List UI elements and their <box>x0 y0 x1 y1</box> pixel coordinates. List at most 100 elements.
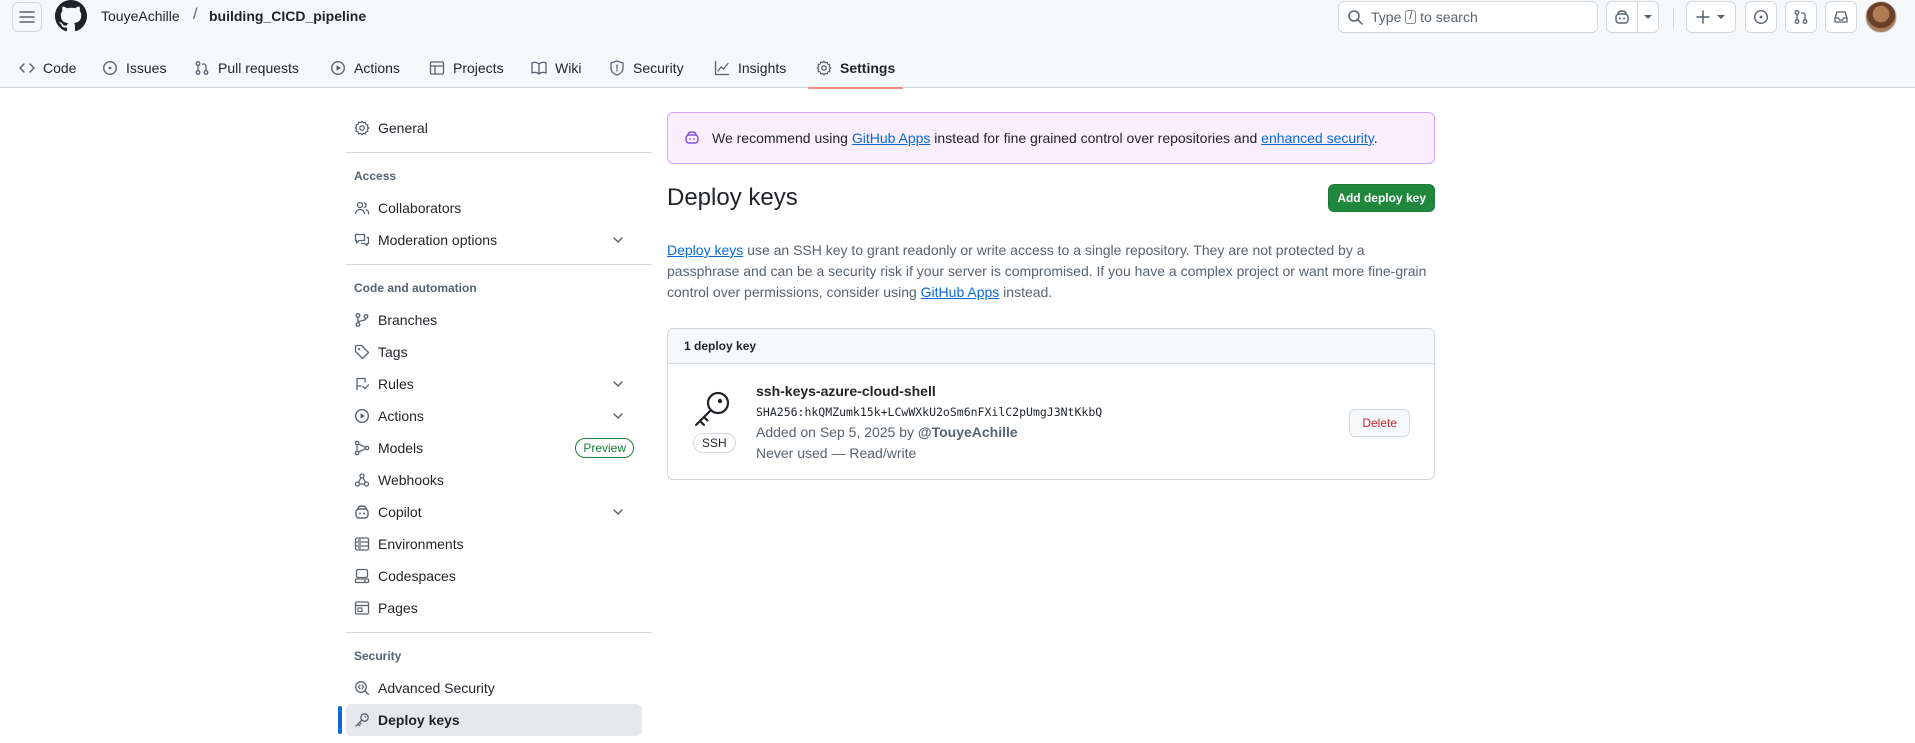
sidebar-divider <box>346 152 652 153</box>
gear-icon <box>816 60 832 76</box>
sidebar-item-codespaces-label: Codespaces <box>378 568 456 584</box>
sidebar-item-general-label: General <box>378 120 428 136</box>
comment-discussion-icon <box>354 233 370 247</box>
git-pull-request-icon <box>1794 10 1808 24</box>
tab-projects-label: Projects <box>453 60 504 76</box>
sidebar-item-codespaces[interactable]: Codespaces <box>346 560 642 592</box>
key-icon <box>355 713 369 727</box>
copilot-dropdown-button[interactable] <box>1637 1 1659 33</box>
chevron-down-icon <box>613 237 623 243</box>
search-placeholder-before: Type <box>1371 9 1402 25</box>
ai-model-icon <box>354 440 370 456</box>
graph-icon <box>714 60 730 76</box>
github-apps-link[interactable]: GitHub Apps <box>852 130 931 146</box>
codespaces-icon <box>354 568 370 584</box>
tab-pull-requests[interactable]: Pull requests <box>186 48 307 88</box>
sidebar-heading-code-automation: Code and automation <box>354 281 477 295</box>
breadcrumb-separator: / <box>193 6 198 23</box>
create-new-button[interactable] <box>1686 1 1736 33</box>
sidebar-item-models-label: Models <box>378 440 424 456</box>
github-logo-icon[interactable] <box>55 0 87 32</box>
hamburger-icon <box>19 11 35 23</box>
play-icon <box>330 60 346 76</box>
sidebar-item-advanced-security-label: Advanced Security <box>378 680 495 696</box>
search-shortcut-key: / <box>1405 10 1417 24</box>
sidebar-item-branches[interactable]: Branches <box>346 304 642 336</box>
sidebar-item-pages-label: Pages <box>378 600 418 616</box>
search-input[interactable]: Type / to search <box>1338 1 1598 33</box>
sidebar-item-moderation-options-label: Moderation options <box>378 232 498 248</box>
copilot-button[interactable] <box>1606 1 1638 33</box>
deploy-keys-docs-link[interactable]: Deploy keys <box>667 242 743 258</box>
git-pull-request-icon <box>195 61 209 75</box>
key-added-prefix: Added on Sep 5, 2025 by <box>756 424 918 440</box>
sidebar-item-actions-label: Actions <box>378 408 424 424</box>
pull-requests-button[interactable] <box>1785 1 1817 33</box>
sidebar-divider <box>346 632 652 633</box>
chevron-down-icon <box>613 509 623 515</box>
sidebar-item-collaborators[interactable]: Collaborators <box>346 192 642 224</box>
tab-issues-label: Issues <box>126 60 167 76</box>
description-text-2: instead. <box>999 284 1053 300</box>
code-icon <box>19 63 35 73</box>
sidebar-item-general[interactable]: General <box>346 112 642 144</box>
key-usage-info: Never used — Read/write <box>756 445 917 461</box>
table-icon <box>429 61 445 75</box>
tab-security-label: Security <box>633 60 684 76</box>
breadcrumb-owner[interactable]: TouyeAchille <box>101 8 180 24</box>
user-avatar[interactable] <box>1865 1 1897 33</box>
sidebar-item-deploy-keys[interactable]: Deploy keys <box>346 704 642 736</box>
sidebar-item-moderation-options[interactable]: Moderation options <box>346 224 642 256</box>
sidebar-item-copilot-label: Copilot <box>378 504 422 520</box>
key-added-info: Added on Sep 5, 2025 by @TouyeAchille <box>756 424 1018 440</box>
tab-actions[interactable]: Actions <box>322 48 408 88</box>
issues-button[interactable] <box>1745 1 1777 33</box>
tab-projects[interactable]: Projects <box>421 48 512 88</box>
menu-button[interactable] <box>12 2 42 32</box>
tab-actions-label: Actions <box>354 60 400 76</box>
sidebar-item-tags-label: Tags <box>378 344 408 360</box>
sidebar-heading-security: Security <box>354 649 402 663</box>
tab-code[interactable]: Code <box>11 48 84 88</box>
sidebar-item-tags[interactable]: Tags <box>346 336 642 368</box>
sidebar-item-environments[interactable]: Environments <box>346 528 642 560</box>
enhanced-security-link[interactable]: enhanced security <box>1261 130 1374 146</box>
tab-insights[interactable]: Insights <box>706 48 794 88</box>
triangle-down-icon <box>1717 15 1725 19</box>
sidebar-item-advanced-security[interactable]: Advanced Security <box>346 672 642 704</box>
banner-text-pre: We recommend using <box>712 130 852 146</box>
copilot-icon <box>355 505 369 519</box>
tab-security[interactable]: Security <box>601 48 692 88</box>
sidebar-item-actions[interactable]: Actions <box>346 400 642 432</box>
github-apps-link-2[interactable]: GitHub Apps <box>921 284 1000 300</box>
tab-wiki-label: Wiki <box>555 60 582 76</box>
page-title: Deploy keys <box>667 184 798 211</box>
sidebar-item-rules[interactable]: Rules <box>346 368 642 400</box>
tab-wiki[interactable]: Wiki <box>523 48 589 88</box>
codescan-icon <box>355 681 370 696</box>
key-title: ssh-keys-azure-cloud-shell <box>756 383 936 399</box>
inbox-button[interactable] <box>1825 1 1857 33</box>
key-added-by[interactable]: @TouyeAchille <box>918 424 1018 440</box>
sidebar-item-copilot[interactable]: Copilot <box>346 496 642 528</box>
server-icon <box>354 537 370 551</box>
breadcrumb-repo[interactable]: building_CICD_pipeline <box>209 8 366 24</box>
tab-issues[interactable]: Issues <box>94 48 174 88</box>
sidebar-item-models[interactable]: Models Preview <box>346 432 642 464</box>
key-fingerprint: SHA256:hkQMZumk15k+LCwWXkU2oSm6nFXilC2pU… <box>756 405 1103 419</box>
play-icon <box>354 408 370 424</box>
key-type-label: SSH <box>693 433 736 453</box>
sidebar-item-pages[interactable]: Pages <box>346 592 642 624</box>
add-deploy-key-button[interactable]: Add deploy key <box>1328 184 1435 212</box>
delete-key-button[interactable]: Delete <box>1349 409 1410 437</box>
sidebar-item-webhooks[interactable]: Webhooks <box>346 464 642 496</box>
deploy-keys-description: Deploy keys use an SSH key to grant read… <box>667 240 1435 303</box>
tab-pull-requests-label: Pull requests <box>218 60 299 76</box>
sidebar-heading-access: Access <box>354 169 397 183</box>
sidebar-item-rules-label: Rules <box>378 376 414 392</box>
sidebar-divider <box>346 264 652 265</box>
preview-badge: Preview <box>575 438 634 458</box>
banner-text-post: . <box>1373 130 1378 146</box>
people-icon <box>354 201 370 215</box>
tab-settings[interactable]: Settings <box>808 48 904 89</box>
